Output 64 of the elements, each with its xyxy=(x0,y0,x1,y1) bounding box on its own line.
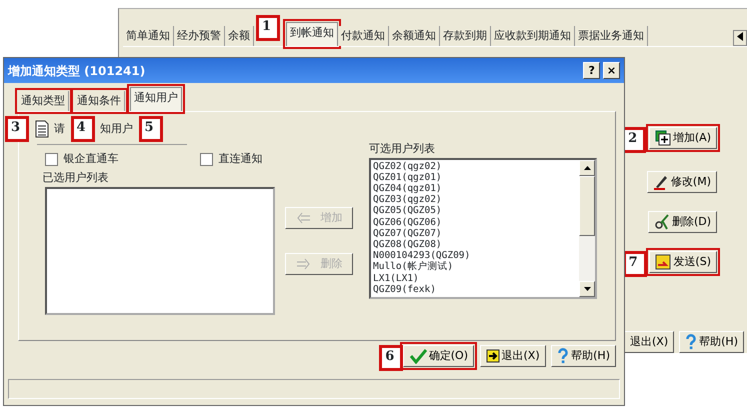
tab[interactable]: 票据业务通知 xyxy=(575,26,648,46)
prompt-text: 请 xyxy=(54,120,65,137)
button[interactable]: 增加(A) xyxy=(648,127,717,149)
scrollbar[interactable] xyxy=(579,160,595,296)
tab[interactable]: 通知用户 xyxy=(130,87,182,111)
close-button[interactable]: × xyxy=(603,62,620,79)
list-label: 已选用户列表 xyxy=(42,170,110,186)
list-item[interactable]: QGZ06(QGZ06) xyxy=(373,216,577,228)
callout-number: 3 xyxy=(5,116,29,142)
brush-icon xyxy=(652,174,669,190)
document-icon xyxy=(34,120,48,138)
check-icon xyxy=(408,348,427,364)
button[interactable]: 帮助(H) xyxy=(679,331,744,353)
list-item[interactable]: QGZ07(QGZ07) xyxy=(373,228,577,239)
list-item[interactable]: QGZ05(QGZ05) xyxy=(373,205,577,217)
callout-number: 4 xyxy=(70,116,94,142)
list-item[interactable]: LX1(LX1) xyxy=(373,272,577,284)
list-label: 可选用户列表 xyxy=(369,141,436,157)
scroll-left-icon[interactable] xyxy=(733,30,747,46)
checkbox[interactable]: 银企直通车 xyxy=(45,151,200,168)
plus-icon xyxy=(654,130,671,146)
tab[interactable]: 到帐通知 xyxy=(286,22,338,46)
tab[interactable]: 应收款到期通知 xyxy=(491,26,575,46)
tab[interactable]: 经办预警 xyxy=(174,26,225,46)
callout-number: 6 xyxy=(379,345,404,371)
callout-number: 1 xyxy=(256,15,280,41)
tab[interactable]: 通知类型 xyxy=(18,91,69,111)
help-icon xyxy=(557,348,570,364)
down-arrow-icon xyxy=(584,286,590,290)
button[interactable]: 确定(O) xyxy=(402,345,474,367)
button[interactable]: 发送(S) xyxy=(649,251,717,273)
tab[interactable]: 通知条件 xyxy=(74,91,125,111)
tab[interactable]: 存款到期 xyxy=(440,26,491,46)
tab[interactable]: 余额通知 xyxy=(389,26,440,46)
button[interactable]: 修改(M) xyxy=(646,171,717,193)
list-item[interactable]: Mullo(帐户测试) xyxy=(373,261,577,273)
help-button[interactable]: ? xyxy=(583,62,600,79)
list-item[interactable]: QGZ01(qgz01) xyxy=(373,172,577,183)
list-item[interactable]: QGZ03(qgz02) xyxy=(373,194,577,206)
button[interactable]: 退出(X) xyxy=(624,331,674,353)
send-icon xyxy=(655,254,672,270)
callout-number: 5 xyxy=(138,116,162,142)
button[interactable]: 删除(D) xyxy=(648,211,717,233)
exit-icon xyxy=(486,349,500,363)
button[interactable]: 帮助(H) xyxy=(551,345,616,367)
list-item[interactable]: N000104293(QGZ09) xyxy=(373,250,577,262)
arrow-icon xyxy=(296,210,310,225)
selected-user-list[interactable] xyxy=(45,186,275,315)
list-item[interactable]: QGZ02(qgz02) xyxy=(373,160,577,172)
tab[interactable]: 简单通知 xyxy=(123,26,174,46)
list-item[interactable]: QGZ09(fexk) xyxy=(373,284,577,295)
up-arrow-icon xyxy=(584,166,590,170)
available-user-list[interactable]: QGZ02(qgz02) QGZ01(qgz01) QGZ04(qgz01) QGZ03(qgz02) QGZ05(QGZ05) QGZ06(QGZ06) QGZ07(QGZ07) QGZ08(QGZ08) N000104293(QGZ09) Mullo(帐户测试) LX1(LX1) QGZ09(fexk) xyxy=(369,158,597,298)
button[interactable]: 退出(X) xyxy=(480,345,546,367)
window-title: 增加通知类型 (101241) xyxy=(8,62,146,80)
list-item[interactable]: QGZ08(QGZ08) xyxy=(373,238,577,250)
list-item[interactable]: QGZ04(qgz01) xyxy=(373,182,577,194)
scissors-icon xyxy=(654,214,670,230)
checkbox[interactable]: 直连通知 xyxy=(200,151,355,168)
tab[interactable]: 付款通知 xyxy=(338,26,389,46)
prompt-text: 知用户 xyxy=(100,120,133,137)
help-icon xyxy=(685,334,698,350)
arrow-icon xyxy=(296,256,310,271)
tab[interactable]: 余额 xyxy=(225,26,254,46)
